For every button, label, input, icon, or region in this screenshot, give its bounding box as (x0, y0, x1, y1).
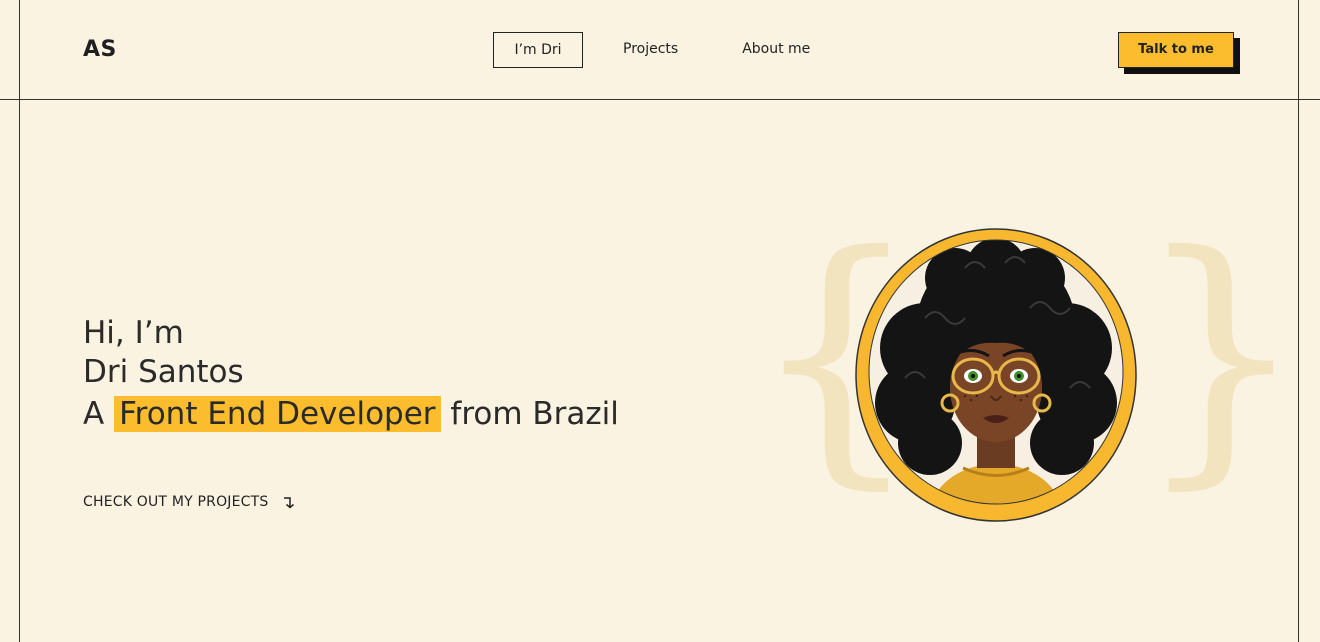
check-out-projects-link[interactable]: CHECK OUT MY PROJECTS (83, 494, 296, 510)
hero-name: Dri Santos (83, 354, 244, 390)
check-out-projects-label: CHECK OUT MY PROJECTS (83, 494, 269, 510)
nav-item-about-me[interactable]: About me (742, 32, 810, 68)
talk-to-me-button[interactable]: Talk to me (1118, 32, 1234, 68)
logo[interactable]: AS (83, 37, 117, 62)
hero-role-highlight: Front End Developer (114, 396, 441, 432)
hero-tagline: A Front End Developer from Brazil (83, 392, 619, 436)
talk-to-me-wrapper: Talk to me (1118, 32, 1240, 74)
main-nav: I’m Dri Projects About me (493, 32, 810, 68)
hero-tagline-suffix: from Brazil (450, 396, 619, 432)
arrow-down-right-icon (282, 494, 296, 510)
hero-greeting: Hi, I’m (83, 315, 184, 351)
nav-item-im-dri[interactable]: I’m Dri (493, 32, 583, 68)
hero-tagline-prefix: A (83, 396, 105, 432)
nav-item-projects[interactable]: Projects (623, 32, 678, 68)
hero-text: Hi, I’m Dri Santos A Front End Developer… (83, 314, 619, 436)
left-border-line (19, 0, 20, 642)
header-divider (0, 99, 1320, 100)
avatar (855, 228, 1137, 522)
right-brace-decoration: } (1135, 197, 1307, 512)
